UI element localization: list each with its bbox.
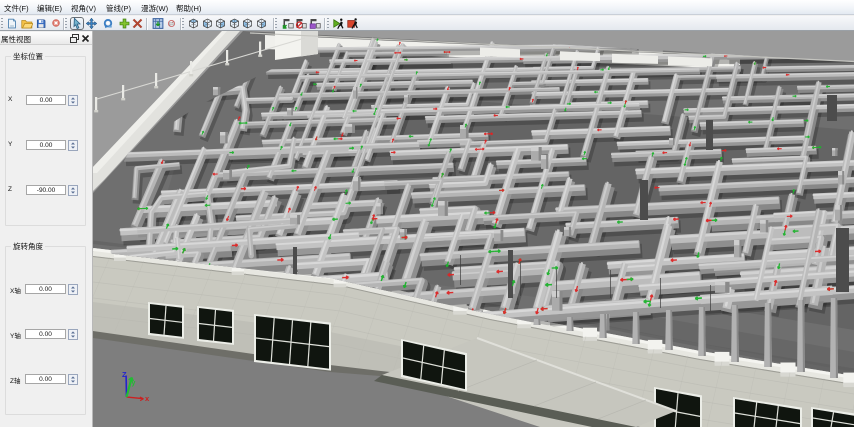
svg-text:Z: Z <box>122 370 127 379</box>
svg-text:y: y <box>132 380 136 387</box>
